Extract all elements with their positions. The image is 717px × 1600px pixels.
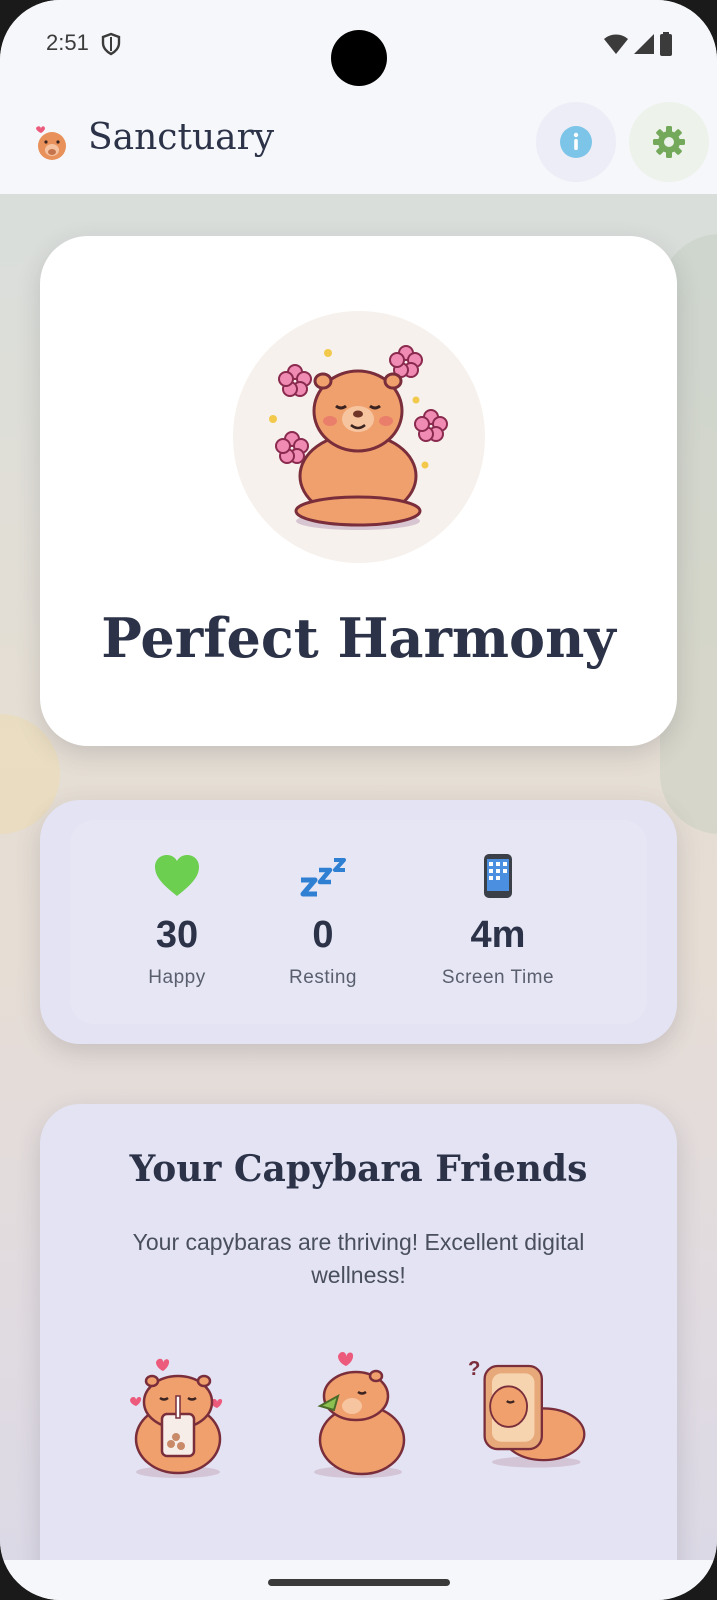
stat-screen-time: 4m Screen Time: [408, 850, 588, 989]
svg-text:?: ?: [468, 1358, 480, 1380]
friends-subtitle: Your capybaras are thriving! Excellent d…: [132, 1229, 585, 1288]
home-indicator[interactable]: [268, 1579, 450, 1586]
shield-icon: [101, 32, 121, 56]
hero-illustration-circle: [233, 311, 485, 563]
resting-count: 0: [312, 914, 334, 956]
info-icon: [560, 126, 592, 158]
settings-button[interactable]: [629, 102, 709, 182]
green-heart-icon: [155, 855, 199, 896]
system-icons: [603, 32, 673, 56]
status-time: 2:51: [46, 30, 89, 55]
app-title: Sanctuary: [88, 117, 275, 158]
status-bar: 2:51: [0, 0, 717, 90]
bubble-tea-capybara-icon[interactable]: [118, 1344, 238, 1484]
signal-icon: [634, 34, 654, 54]
resting-label: Resting: [289, 967, 357, 988]
screen-time-label: Screen Time: [441, 967, 555, 988]
main-content[interactable]: Perfect Harmony 30 Happy 0 Resting 4m Sc…: [0, 194, 717, 1564]
stat-resting: 0 Resting: [233, 850, 413, 989]
toast-capybara-icon[interactable]: ?: [468, 1344, 588, 1484]
capybara-logo-icon: [36, 126, 66, 160]
top-app-bar: Sanctuary: [0, 90, 717, 194]
phone-screen: 2:51 Sanctuary Perfect Harmony 30 Happy …: [0, 0, 717, 1600]
info-button[interactable]: [536, 102, 616, 182]
front-camera: [331, 30, 387, 86]
zzz-icon: [300, 858, 346, 897]
harmony-status-title: Perfect Harmony: [101, 606, 616, 670]
meditating-capybara-icon: [269, 345, 448, 530]
phone-icon: [484, 854, 512, 898]
friends-title: Your Capybara Friends: [129, 1148, 588, 1190]
battery-icon: [660, 32, 672, 56]
capybara-friends-card: Your Capybara Friends Your capybaras are…: [40, 1104, 677, 1564]
wifi-icon: [604, 34, 628, 54]
screen-time-value: 4m: [470, 914, 526, 956]
eating-capybara-icon[interactable]: [298, 1344, 418, 1484]
gear-icon: [653, 126, 685, 158]
stats-card: 30 Happy 0 Resting 4m Screen Time: [40, 800, 677, 1044]
harmony-card: Perfect Harmony: [40, 236, 677, 746]
